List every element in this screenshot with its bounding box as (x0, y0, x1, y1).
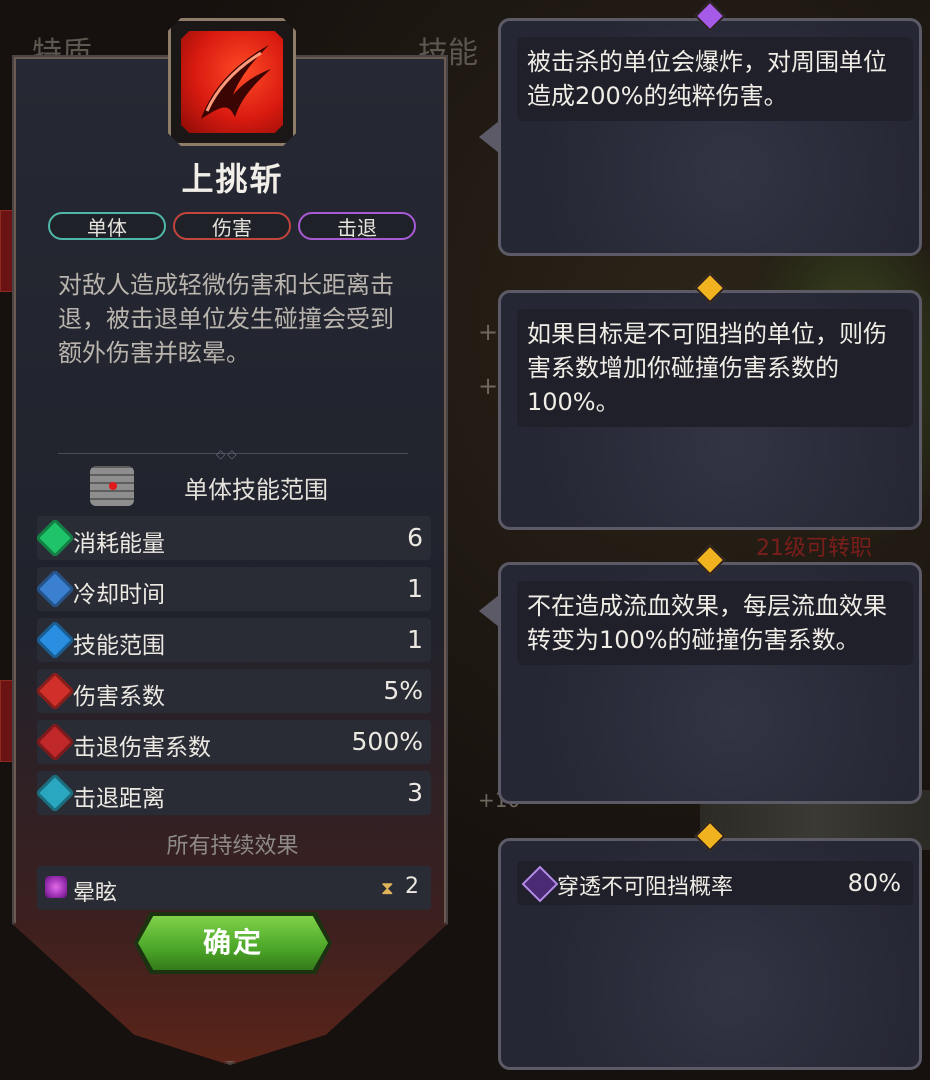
range-label: 单体技能范围 (184, 476, 328, 504)
plus-button[interactable]: + (478, 372, 498, 400)
card-stat-value: 80% (847, 869, 901, 897)
effect-label: 晕眩 (73, 881, 118, 906)
damage-icon (35, 671, 75, 711)
class-change-hint: 21级可转职 (756, 536, 872, 561)
stat-row: 技能范围 1 (35, 618, 431, 662)
range-icon (35, 620, 75, 660)
upgrade-card-3[interactable]: 不在造成流血效果，每层流血效果转变为100%的碰撞伤害系数。 (479, 544, 922, 804)
skill-name: 上挑斩 (181, 160, 284, 198)
upgrade-card-1[interactable]: 被击杀的单位会爆炸，对周围单位造成200%的纯粹伤害。 (479, 0, 922, 256)
hourglass-icon: ⧗ (381, 878, 394, 899)
divider-ornament: ◇◇ (216, 447, 239, 461)
upgrade-card-2[interactable]: 如果目标是不可阻挡的单位，则伤害系数增加你碰撞伤害系数的100%。 (498, 272, 922, 530)
penetration-icon (521, 865, 559, 903)
skill-description: 对敌人造成轻微伤害和长距离击退，被击退单位发生碰撞会受到额外伤害并眩晕。 (58, 271, 394, 367)
tag-single-target: 单体 (48, 212, 166, 240)
card-text-box: 被击杀的单位会爆炸，对周围单位造成200%的纯粹伤害。 (517, 37, 913, 121)
plus-button[interactable]: + (478, 318, 498, 346)
card-stat-row: 穿透不可阻挡概率 80% (517, 861, 913, 905)
energy-icon (35, 518, 75, 558)
confirm-button[interactable]: 确定 (138, 916, 328, 970)
card-text-box: 不在造成流血效果，每层流血效果转变为100%的碰撞伤害系数。 (517, 581, 913, 665)
stat-value: 500% (351, 727, 423, 756)
skill-icon-frame (168, 18, 296, 146)
range-center-dot (109, 482, 117, 490)
upgrade-card-4[interactable]: 穿透不可阻挡概率 80% (498, 820, 922, 1070)
card-pointer (479, 595, 499, 627)
knockback-damage-icon (35, 722, 75, 762)
cooldown-icon (35, 569, 75, 609)
stat-value: 3 (407, 778, 423, 807)
effect-duration: 2 (405, 874, 419, 899)
stat-label: 冷却时间 (73, 582, 165, 608)
effects-title: 所有持续效果 (166, 834, 299, 859)
knockback-distance-icon (35, 773, 75, 813)
stat-row: 击退伤害系数 500% (35, 720, 431, 764)
stat-row: 伤害系数 5% (35, 669, 431, 713)
stat-label: 击退伤害系数 (73, 735, 211, 761)
stun-icon (45, 876, 67, 898)
card-pointer (479, 121, 499, 153)
tag-damage: 伤害 (173, 212, 291, 240)
card-text: 如果目标是不可阻挡的单位，则伤害系数增加你碰撞伤害系数的100%。 (527, 320, 887, 416)
claw-slash-icon (181, 31, 283, 133)
card-text-box: 如果目标是不可阻挡的单位，则伤害系数增加你碰撞伤害系数的100%。 (517, 309, 913, 427)
stat-row: 消耗能量 6 (35, 516, 431, 560)
stat-label: 伤害系数 (73, 684, 165, 710)
card-text: 被击杀的单位会爆炸，对周围单位造成200%的纯粹伤害。 (527, 48, 887, 110)
stat-label: 技能范围 (73, 633, 165, 659)
card-stat-label: 穿透不可阻挡概率 (557, 875, 734, 900)
tag-knockback: 击退 (298, 212, 416, 240)
stat-value: 1 (407, 574, 423, 603)
stat-label: 消耗能量 (73, 531, 165, 557)
stat-value: 1 (407, 625, 423, 654)
stat-row: 冷却时间 1 (35, 567, 431, 611)
stat-value: 6 (407, 523, 423, 552)
stat-row: 击退距离 3 (35, 771, 431, 815)
stat-label: 击退距离 (73, 786, 165, 812)
effect-row[interactable]: 晕眩 ⧗ 2 (37, 866, 431, 910)
card-text: 不在造成流血效果，每层流血效果转变为100%的碰撞伤害系数。 (527, 592, 887, 654)
stat-value: 5% (383, 676, 423, 705)
